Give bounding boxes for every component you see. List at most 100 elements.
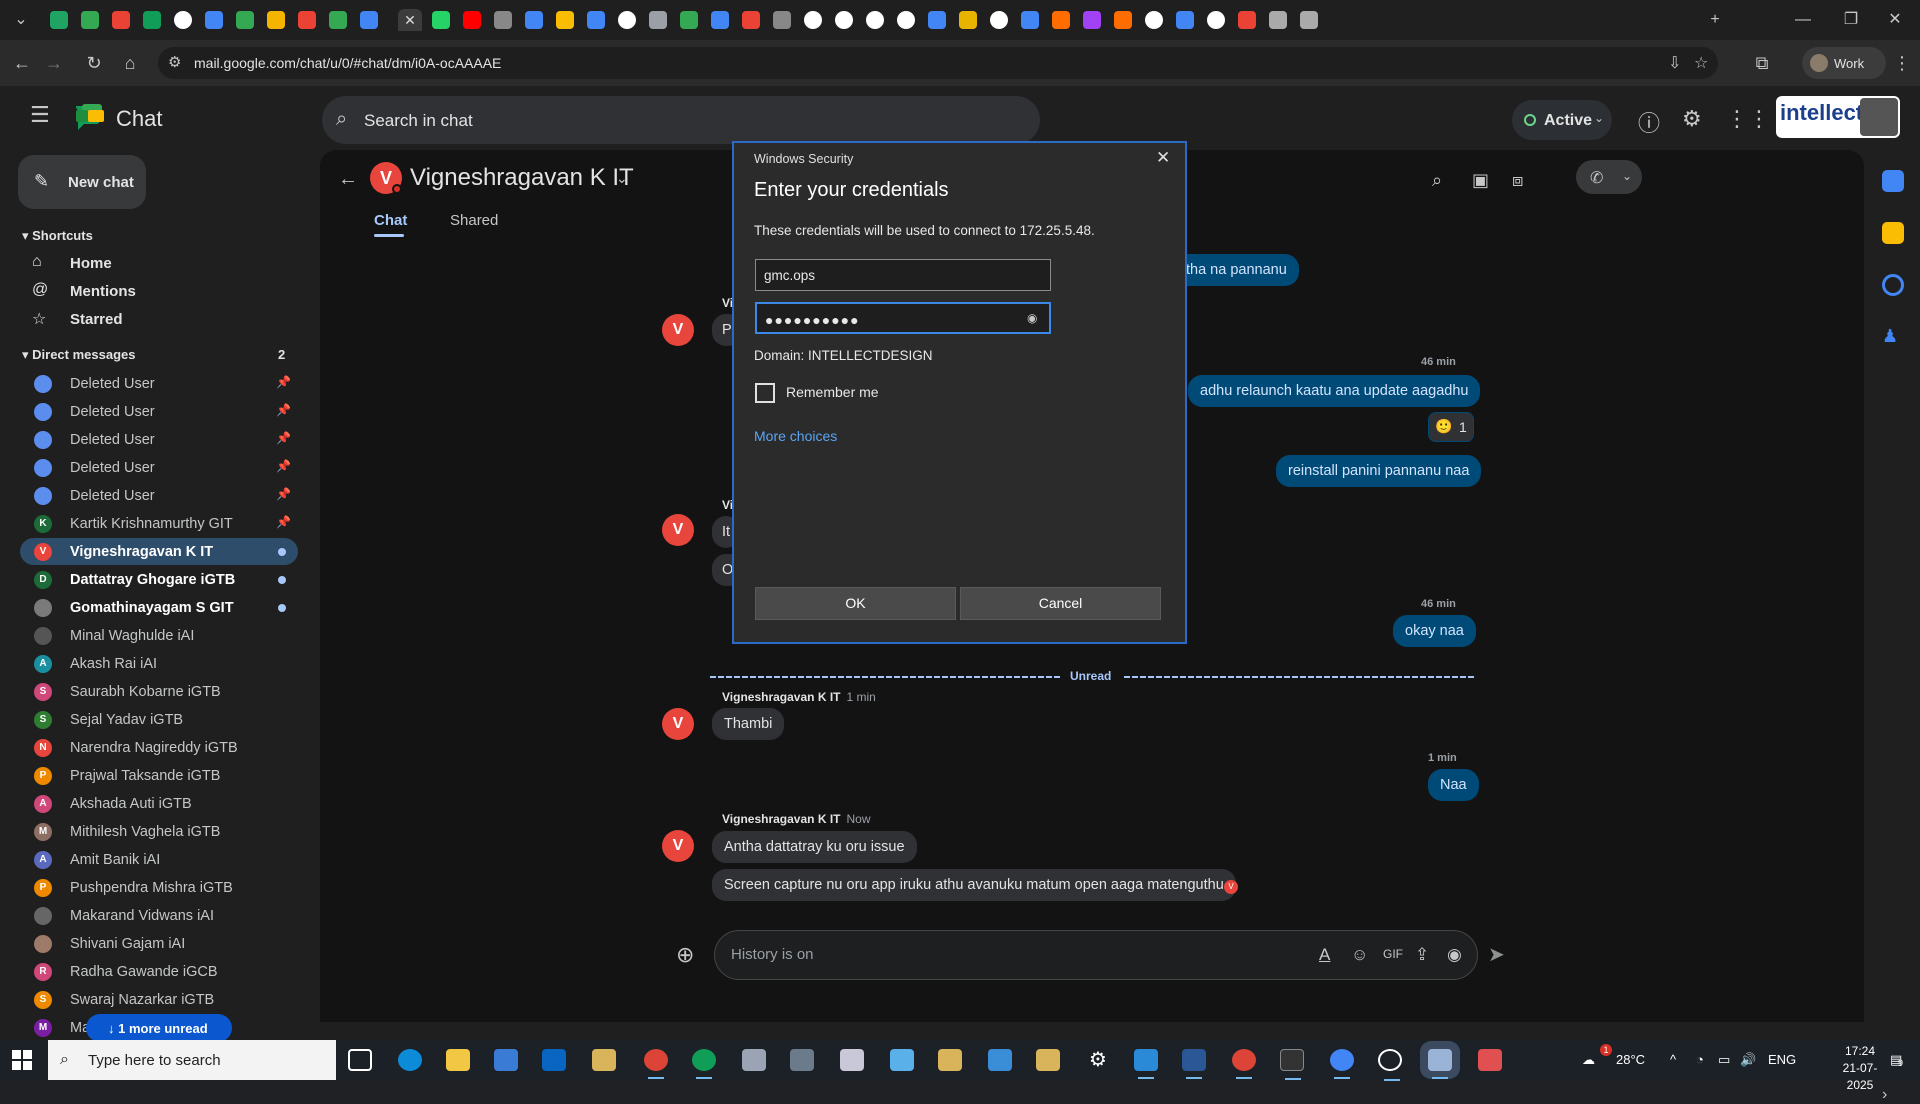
browser-menu-icon[interactable]: ⋮ xyxy=(1888,49,1916,77)
weather-temp[interactable]: 28°C xyxy=(1616,1052,1645,1067)
volume-icon[interactable]: 🔊 xyxy=(1740,1052,1756,1068)
minimize-icon[interactable]: — xyxy=(1788,8,1818,32)
keep-app-icon[interactable] xyxy=(1882,222,1904,244)
windows-start-icon[interactable] xyxy=(12,1050,32,1070)
browser-tab-favicon-icon[interactable] xyxy=(649,11,667,29)
tab-chat[interactable]: Chat xyxy=(374,212,407,237)
browser-tab-favicon-icon[interactable] xyxy=(1238,11,1256,29)
more-unread-button[interactable]: ↓ 1 more unread xyxy=(86,1014,232,1042)
dm-list-item[interactable]: D Dattatray Ghogare iGTB xyxy=(20,566,298,593)
new-chat-button[interactable]: ✎ New chat xyxy=(18,155,146,209)
tasks-app-icon[interactable] xyxy=(1882,274,1904,296)
file-explorer-icon[interactable] xyxy=(446,1049,470,1071)
reveal-password-icon[interactable]: ◉ xyxy=(1027,311,1037,325)
conversation-title[interactable]: Vigneshragavan K IT xyxy=(410,164,634,192)
browser-tab-favicon-icon[interactable] xyxy=(329,11,347,29)
install-app-icon[interactable]: ⇩ xyxy=(1668,53,1681,73)
call-button[interactable]: ✆ ⌄ xyxy=(1576,160,1642,194)
dm-list-item[interactable]: Minal Waghulde iAI xyxy=(20,622,298,649)
username-field[interactable]: gmc.ops xyxy=(755,259,1051,291)
app-icon[interactable] xyxy=(890,1049,914,1071)
dm-list-item[interactable]: Gomathinayagam S GIT xyxy=(20,594,298,621)
word-app-icon[interactable] xyxy=(1182,1049,1206,1079)
direct-messages-heading[interactable]: ▾ Direct messages xyxy=(22,347,135,363)
browser-tab-favicon-icon[interactable] xyxy=(494,11,512,29)
cancel-button[interactable]: Cancel xyxy=(960,587,1161,620)
dm-list-item[interactable]: A Akshada Auti iGTB xyxy=(20,790,298,817)
taskbar-clock[interactable]: 17:24 21-07-2025 xyxy=(1832,1043,1888,1094)
browser-tab-favicon-icon[interactable] xyxy=(298,11,316,29)
dialog-close-icon[interactable]: ✕ xyxy=(1156,148,1170,168)
search-conversation-icon[interactable]: ⌕ xyxy=(1432,170,1442,191)
message-outgoing[interactable]: adhu relaunch kaatu ana update aagadhu xyxy=(1188,375,1481,407)
app-icon[interactable] xyxy=(988,1049,1012,1071)
remember-me-label[interactable]: Remember me xyxy=(786,384,879,400)
weather-icon[interactable]: ☁ xyxy=(1582,1052,1595,1068)
dm-list-item[interactable]: Deleted User 📌 xyxy=(20,398,298,425)
browser-tab-favicon-icon[interactable] xyxy=(897,11,915,29)
browser-tab-favicon-icon[interactable] xyxy=(1269,11,1287,29)
taskbar-search-input[interactable]: ⌕ Type here to search xyxy=(48,1040,336,1080)
dm-list-item[interactable]: Deleted User 📌 xyxy=(20,482,298,509)
dm-list-item[interactable]: P Pushpendra Mishra iGTB xyxy=(20,874,298,901)
close-tab-icon[interactable]: ✕ xyxy=(398,9,422,31)
dm-list-item[interactable]: Deleted User 📌 xyxy=(20,426,298,453)
open-in-window-icon[interactable]: ⧈ xyxy=(1512,170,1523,191)
dm-list-item[interactable]: Makarand Vidwans iAI xyxy=(20,902,298,929)
browser-tab-favicon-icon[interactable] xyxy=(205,11,223,29)
address-bar[interactable]: ⚙ mail.google.com/chat/u/0/#chat/dm/i0A-… xyxy=(158,47,1718,79)
reaction-chip[interactable]: 🙂 1 xyxy=(1428,412,1474,442)
browser-tab-favicon-icon[interactable] xyxy=(1176,11,1194,29)
outlook-app-icon[interactable] xyxy=(542,1049,566,1071)
browser-tab-favicon-icon[interactable] xyxy=(463,11,481,29)
back-arrow-icon[interactable]: ← xyxy=(338,168,358,191)
browser-tab-favicon-icon[interactable] xyxy=(1021,11,1039,29)
browser-tab-favicon-icon[interactable] xyxy=(1052,11,1070,29)
tray-chevron-up-icon[interactable]: ^ xyxy=(1670,1052,1676,1067)
chrome-app-icon[interactable] xyxy=(1330,1049,1354,1079)
browser-tab-favicon-icon[interactable] xyxy=(990,11,1008,29)
dm-list-item[interactable]: Deleted User 📌 xyxy=(20,454,298,481)
browser-tab-favicon-icon[interactable] xyxy=(866,11,884,29)
dm-list-item[interactable]: S Sejal Yadav iGTB xyxy=(20,706,298,733)
bookmark-star-icon[interactable]: ☆ xyxy=(1694,53,1708,73)
browser-tab-favicon-icon[interactable] xyxy=(432,11,450,29)
account-badge[interactable]: intellect xyxy=(1776,96,1900,138)
sender-avatar[interactable]: V xyxy=(662,708,694,740)
password-field[interactable]: ●●●●●●●●●● ◉ xyxy=(755,302,1051,334)
browser-tab-favicon-icon[interactable] xyxy=(1145,11,1163,29)
new-tab-icon[interactable]: + xyxy=(1700,8,1730,32)
extensions-icon[interactable]: ⧉ xyxy=(1748,49,1776,77)
sender-avatar[interactable]: V xyxy=(662,830,694,862)
app-icon[interactable] xyxy=(1478,1049,1502,1071)
browser-tab-favicon-icon[interactable] xyxy=(556,11,574,29)
task-view-icon[interactable] xyxy=(348,1049,372,1071)
forward-icon[interactable]: → xyxy=(40,49,68,77)
settings-gear-icon[interactable]: ⚙ xyxy=(1086,1049,1110,1071)
browser-tab-favicon-icon[interactable] xyxy=(928,11,946,29)
window-close-icon[interactable]: ✕ xyxy=(1880,8,1910,32)
dm-list-item[interactable]: V Vigneshragavan K IT xyxy=(20,538,298,565)
dm-list-item[interactable]: A Amit Banik iAI xyxy=(20,846,298,873)
send-icon[interactable]: ➤ xyxy=(1488,942,1505,967)
app-icon[interactable] xyxy=(790,1049,814,1071)
app-icon[interactable] xyxy=(1036,1049,1060,1071)
browser-tab-favicon-icon[interactable] xyxy=(742,11,760,29)
browser-tab-favicon-icon[interactable] xyxy=(1300,11,1318,29)
browser-tab-favicon-icon[interactable] xyxy=(587,11,605,29)
browser-tab-favicon-icon[interactable] xyxy=(267,11,285,29)
dm-list-item[interactable]: A Akash Rai iAI xyxy=(20,650,298,677)
browser-tab-favicon-icon[interactable] xyxy=(525,11,543,29)
message-incoming[interactable]: Screen capture nu oru app iruku athu ava… xyxy=(712,869,1236,901)
site-info-icon[interactable]: ⚙ xyxy=(168,53,181,71)
browser-tab-favicon-icon[interactable] xyxy=(835,11,853,29)
reload-icon[interactable]: ↻ xyxy=(80,49,108,77)
settings-gear-icon[interactable]: ⚙ xyxy=(1682,106,1702,132)
browser-tab-favicon-icon[interactable] xyxy=(959,11,977,29)
dm-list-item[interactable]: M Mithilesh Vaghela iGTB xyxy=(20,818,298,845)
chevron-down-icon[interactable]: ⌄ xyxy=(616,170,628,187)
remote-desktop-icon[interactable] xyxy=(742,1049,766,1071)
restore-icon[interactable]: ❐ xyxy=(1836,8,1866,32)
shortcut-mentions[interactable]: @ Mentions xyxy=(20,278,296,304)
shortcut-starred[interactable]: ☆ Starred xyxy=(20,306,296,332)
